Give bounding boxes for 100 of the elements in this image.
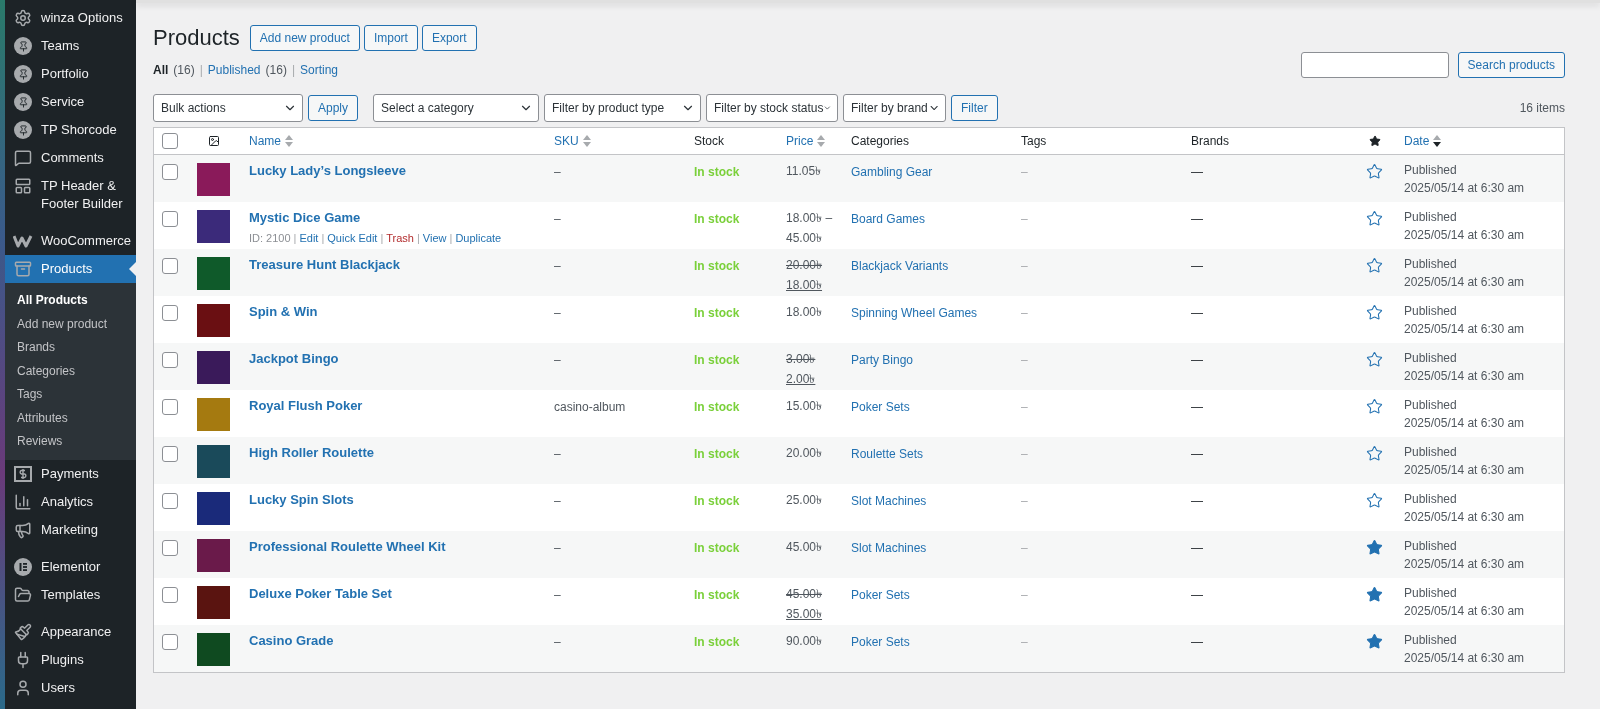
checkbox[interactable] bbox=[162, 493, 178, 509]
sidebar-item[interactable]: WooCommerce bbox=[5, 227, 136, 255]
page-action-button[interactable]: Export bbox=[421, 25, 477, 51]
status-filter-link[interactable]: All bbox=[153, 61, 169, 79]
stock-status: In stock bbox=[694, 353, 740, 367]
product-name-link[interactable]: Deluxe Poker Table Set bbox=[249, 586, 546, 602]
product-name-link[interactable]: Treasure Hunt Blackjack bbox=[249, 257, 546, 273]
star-icon[interactable] bbox=[1366, 539, 1383, 556]
category-link[interactable]: Board Games bbox=[851, 212, 926, 226]
row-action-link[interactable]: Duplicate bbox=[455, 230, 502, 247]
row-action-link[interactable]: View bbox=[422, 230, 447, 247]
sidebar-item[interactable]: TP Shorcode bbox=[5, 116, 136, 144]
sidebar-item[interactable]: Marketing bbox=[5, 515, 136, 544]
star-icon[interactable] bbox=[1366, 398, 1383, 415]
checkbox[interactable] bbox=[162, 399, 178, 415]
sidebar-item[interactable]: Products bbox=[5, 255, 136, 283]
category-link[interactable]: Roulette Sets bbox=[851, 447, 924, 461]
checkbox[interactable] bbox=[162, 258, 178, 274]
submenu-item[interactable]: Tags bbox=[5, 383, 136, 407]
star-icon[interactable] bbox=[1366, 163, 1383, 180]
column-sort-link[interactable]: Date bbox=[1404, 132, 1442, 150]
category-link[interactable]: Poker Sets bbox=[851, 400, 910, 414]
product-name-link[interactable]: Royal Flush Poker bbox=[249, 398, 546, 414]
checkbox[interactable] bbox=[162, 164, 178, 180]
star-icon[interactable] bbox=[1366, 351, 1383, 368]
search-field[interactable] bbox=[1300, 52, 1449, 78]
row-action-link[interactable]: Edit bbox=[299, 230, 319, 247]
page-action-button[interactable]: Add new product bbox=[249, 25, 360, 51]
sidebar-item[interactable]: Analytics bbox=[5, 487, 136, 516]
filter-select[interactable]: Filter by brand bbox=[843, 94, 947, 122]
sidebar-item[interactable]: Payments bbox=[5, 459, 136, 488]
status-filter-link[interactable]: Published bbox=[207, 61, 261, 79]
sidebar-item[interactable]: winza Options bbox=[5, 4, 136, 32]
sidebar-item[interactable]: Plugins bbox=[5, 645, 136, 674]
submenu-item[interactable]: Brands bbox=[5, 336, 136, 360]
submenu-item[interactable]: Categories bbox=[5, 359, 136, 383]
filter-button[interactable]: Filter bbox=[951, 95, 998, 121]
filter-select[interactable]: Filter by stock status bbox=[706, 94, 839, 122]
submenu-item[interactable]: Reviews bbox=[5, 430, 136, 454]
filter-select[interactable]: Filter by product type bbox=[544, 94, 702, 122]
submenu-item[interactable]: Add new product bbox=[5, 312, 136, 336]
search-button[interactable]: Search products bbox=[1457, 52, 1565, 78]
page-action-button[interactable]: Import bbox=[363, 25, 418, 51]
sidebar-item[interactable]: TP Header & Footer Builder bbox=[5, 172, 136, 218]
category-link[interactable]: Slot Machines bbox=[851, 494, 927, 508]
product-name-link[interactable]: Jackpot Bingo bbox=[249, 351, 546, 367]
sidebar-item[interactable]: Users bbox=[5, 673, 136, 702]
filter-select[interactable]: Select a category bbox=[373, 94, 540, 122]
date-text: 2025/05/14 at 6:30 am bbox=[1404, 227, 1526, 244]
row-action-link[interactable]: Quick Edit bbox=[327, 230, 378, 247]
separator-text: | bbox=[199, 62, 203, 79]
checkbox[interactable] bbox=[162, 211, 178, 227]
status-filter-link[interactable]: Sorting bbox=[300, 61, 339, 79]
photo-placeholder bbox=[197, 351, 230, 384]
category-link[interactable]: Party Bingo bbox=[851, 353, 914, 367]
sidebar-item[interactable]: Elementor bbox=[5, 552, 136, 581]
category-link[interactable]: Poker Sets bbox=[851, 588, 910, 602]
row-action-link[interactable]: Trash bbox=[386, 230, 414, 247]
apply-button[interactable]: Apply bbox=[308, 95, 359, 121]
bulk-actions-select[interactable]: Bulk actions bbox=[153, 94, 303, 122]
star-icon[interactable] bbox=[1366, 492, 1383, 509]
category-link[interactable]: Blackjack Variants bbox=[851, 259, 949, 273]
photo-placeholder bbox=[197, 163, 230, 196]
pin-icon bbox=[14, 37, 32, 55]
star-icon[interactable] bbox=[1366, 210, 1383, 227]
sidebar-item[interactable]: Comments bbox=[5, 144, 136, 172]
checkbox[interactable] bbox=[162, 634, 178, 650]
checkbox[interactable] bbox=[162, 133, 178, 149]
star-icon[interactable] bbox=[1366, 304, 1383, 321]
sidebar-item[interactable]: Appearance bbox=[5, 617, 136, 646]
column-sort-link[interactable]: Price bbox=[786, 132, 826, 150]
checkbox[interactable] bbox=[162, 352, 178, 368]
sidebar-item[interactable]: Teams bbox=[5, 32, 136, 60]
column-sort-link[interactable]: SKU bbox=[554, 132, 591, 150]
checkbox[interactable] bbox=[162, 305, 178, 321]
category-link[interactable]: Slot Machines bbox=[851, 541, 927, 555]
product-name-link[interactable]: Professional Roulette Wheel Kit bbox=[249, 539, 546, 555]
submenu-item[interactable]: Attributes bbox=[5, 406, 136, 430]
product-name-link[interactable]: Casino Grade bbox=[249, 633, 546, 649]
checkbox[interactable] bbox=[162, 446, 178, 462]
product-name-link[interactable]: Lucky Lady’s Longsleeve bbox=[249, 163, 546, 179]
submenu-item[interactable]: All Products bbox=[5, 289, 136, 313]
category-link[interactable]: Gambling Gear bbox=[851, 165, 933, 179]
product-name-link[interactable]: Spin & Win bbox=[249, 304, 546, 320]
checkbox[interactable] bbox=[162, 540, 178, 556]
category-link[interactable]: Poker Sets bbox=[851, 635, 910, 649]
star-icon[interactable] bbox=[1366, 633, 1383, 650]
star-icon[interactable] bbox=[1366, 257, 1383, 274]
column-sort-link[interactable]: Name bbox=[249, 132, 293, 150]
star-icon[interactable] bbox=[1366, 445, 1383, 462]
star-icon[interactable] bbox=[1366, 586, 1383, 603]
checkbox[interactable] bbox=[162, 587, 178, 603]
product-name-link[interactable]: Mystic Dice Game bbox=[249, 210, 546, 226]
sidebar-item[interactable]: Service bbox=[5, 88, 136, 116]
sidebar-item[interactable]: Portfolio bbox=[5, 60, 136, 88]
megaphone-icon bbox=[14, 520, 32, 539]
product-name-link[interactable]: Lucky Spin Slots bbox=[249, 492, 546, 508]
product-name-link[interactable]: High Roller Roulette bbox=[249, 445, 546, 461]
sidebar-item[interactable]: Templates bbox=[5, 580, 136, 609]
category-link[interactable]: Spinning Wheel Games bbox=[851, 306, 978, 320]
